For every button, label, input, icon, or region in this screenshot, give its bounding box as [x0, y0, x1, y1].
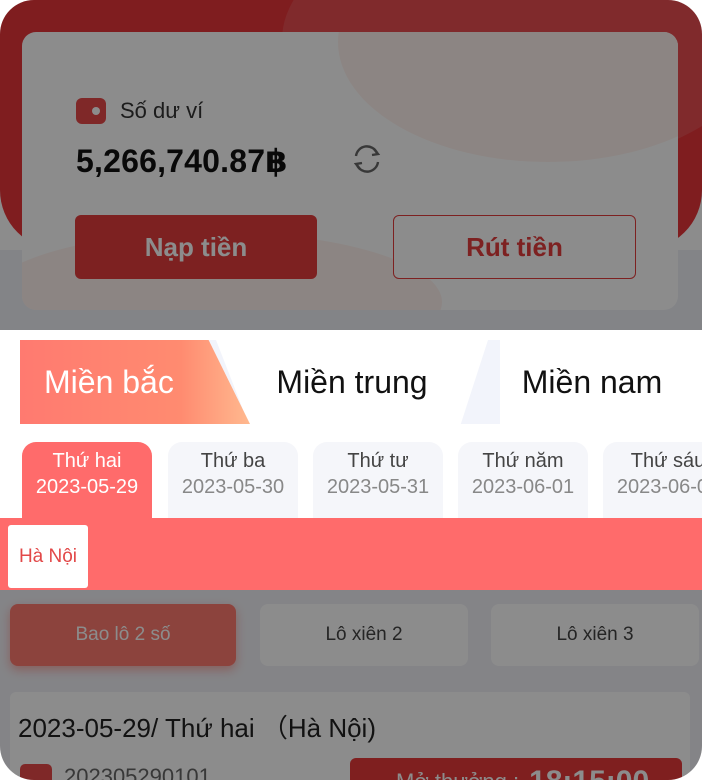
date-tab-day: Thứ ba — [200, 450, 266, 472]
date-tab-day: Thứ tư — [347, 450, 409, 472]
city-selector-bar: Hà Nội — [0, 518, 702, 590]
tab-south-region[interactable]: Miền nam — [500, 340, 684, 424]
date-tab[interactable]: Thứ năm 2023-06-01 — [458, 442, 588, 518]
date-tab-date: 2023-06-01 — [471, 476, 575, 498]
date-tab[interactable]: Thứ sáu 2023-06-02 — [603, 442, 702, 518]
date-tab[interactable]: Thứ ba 2023-05-30 — [168, 442, 298, 518]
date-tab-date: 2023-05-30 — [181, 476, 285, 498]
city-chip-selected[interactable]: Hà Nội — [8, 525, 88, 588]
date-tabs: Thứ hai 2023-05-29 Thứ ba 2023-05-30 Thứ… — [0, 438, 702, 520]
date-tab-day: Thứ sáu — [630, 450, 702, 472]
date-tab-date: 2023-05-31 — [326, 476, 430, 498]
date-tab-day: Thứ năm — [482, 450, 564, 472]
modal-overlay-bottom — [0, 590, 702, 780]
modal-overlay-top — [0, 0, 702, 330]
date-tab[interactable]: Thứ hai 2023-05-29 — [22, 442, 152, 518]
date-tab[interactable]: Thứ tư 2023-05-31 — [313, 442, 443, 518]
date-tab-date: 2023-05-29 — [35, 476, 139, 498]
date-tab-date: 2023-06-02 — [616, 476, 702, 498]
date-tab-day: Thứ hai — [52, 450, 122, 472]
tab-central-region[interactable]: Miền trung — [216, 340, 488, 424]
